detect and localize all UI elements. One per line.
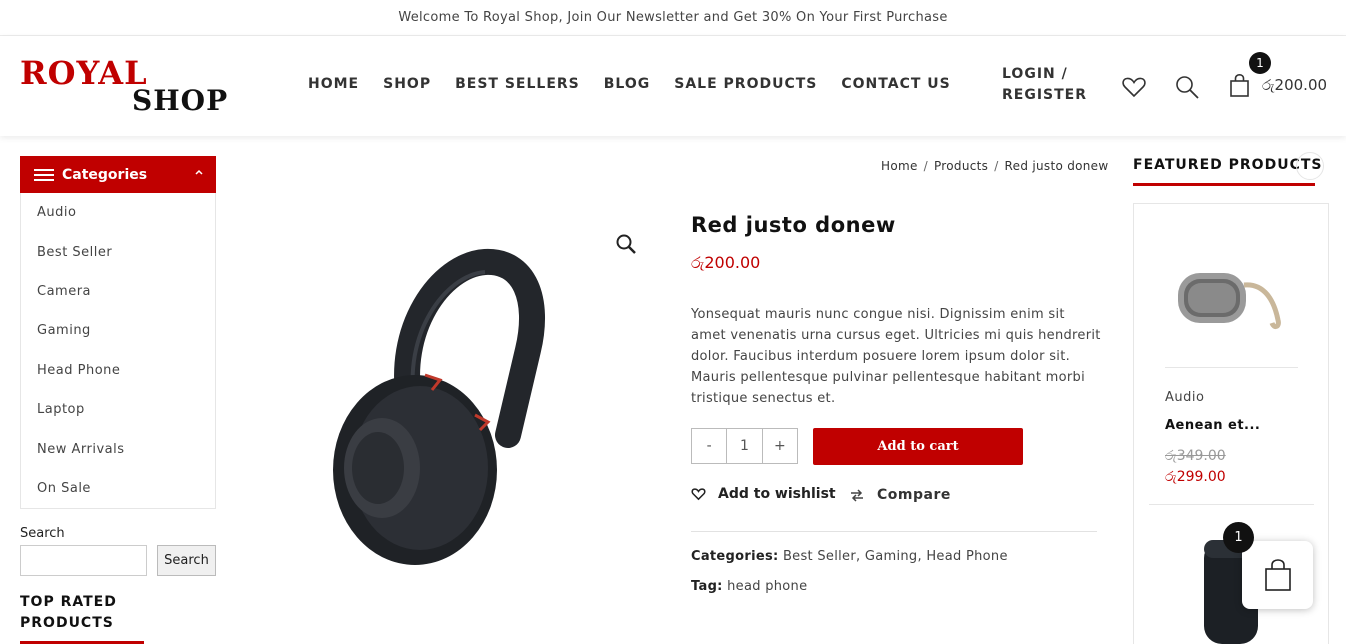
compare-arrows-icon (851, 489, 863, 502)
compare-link[interactable]: Compare (849, 487, 951, 503)
add-to-cart-button[interactable]: Add to cart (813, 428, 1023, 465)
featured-product-price: රු299.00 (1165, 469, 1226, 485)
heart-icon[interactable] (1121, 74, 1147, 100)
breadcrumb-home[interactable]: Home (881, 159, 918, 173)
compare-label: Compare (877, 487, 951, 503)
quantity-input[interactable]: 1 (726, 429, 763, 463)
breadcrumb-separator: / (923, 159, 928, 173)
register-label: REGISTER (1002, 87, 1088, 103)
announcement-text: Welcome To Royal Shop, Join Our Newslett… (398, 10, 948, 25)
breadcrumb-products[interactable]: Products (934, 159, 988, 173)
sidebar-search-input[interactable] (20, 545, 147, 576)
heart-icon (691, 488, 706, 501)
featured-product-name[interactable]: Aenean et... (1165, 418, 1260, 433)
carousel-nav-button[interactable] (1296, 152, 1324, 180)
featured-product-old-price: රු349.00 (1165, 448, 1226, 464)
search-icon[interactable] (1174, 74, 1200, 100)
product-category-link[interactable]: Best Seller (783, 549, 856, 564)
product-category-link[interactable]: Head Phone (926, 549, 1007, 564)
category-best-seller[interactable]: Best Seller (21, 232, 215, 271)
cart-total[interactable]: රු200.00 (1262, 76, 1327, 94)
site-logo[interactable]: ROYAL SHOP (20, 54, 230, 118)
floating-cart-button[interactable] (1242, 541, 1313, 609)
floating-cart-count-badge: 1 (1223, 522, 1254, 553)
shopping-bag-icon[interactable] (1227, 73, 1253, 99)
chevron-up-icon (195, 169, 203, 175)
category-camera[interactable]: Camera (21, 272, 215, 311)
quantity-increase-button[interactable]: + (763, 429, 797, 463)
tag-label: Tag: (691, 579, 723, 594)
heading-underline (1133, 183, 1315, 186)
category-audio[interactable]: Audio (21, 193, 215, 232)
breadcrumb-separator: / (994, 159, 999, 173)
product-category-link[interactable]: Gaming (865, 549, 918, 564)
quantity-decrease-button[interactable]: - (692, 429, 726, 463)
product-tags: Tag: head phone (691, 579, 807, 594)
category-gaming[interactable]: Gaming (21, 311, 215, 350)
divider (1149, 504, 1314, 505)
search-label: Search (20, 526, 65, 541)
zoom-icon[interactable] (615, 233, 637, 255)
add-to-wishlist-link[interactable]: Add to wishlist (691, 486, 836, 502)
product-tag-link[interactable]: head phone (727, 579, 807, 594)
top-rated-heading: TOP RATED PRODUCTS (20, 594, 117, 631)
nav-sale-products[interactable]: SALE PRODUCTS (674, 76, 817, 92)
login-label: LOGIN / (1002, 66, 1068, 82)
product-description: Yonsequat mauris nunc congue nisi. Digni… (691, 307, 1101, 406)
divider (1165, 367, 1298, 368)
product-title: Red justo donew (691, 213, 896, 237)
categories-label: Categories: (691, 549, 779, 564)
product-price: රු200.00 (691, 253, 761, 272)
site-header: ROYAL SHOP HOME SHOP BEST SELLERS BLOG S… (0, 36, 1346, 136)
categories-toggle[interactable]: Categories (20, 156, 216, 193)
categories-list: Audio Best Seller Camera Gaming Head Pho… (20, 193, 216, 509)
logo-line-1: ROYAL (20, 54, 148, 92)
categories-title: Categories (62, 166, 148, 183)
featured-products-heading: FEATURED PRODUCTS (1133, 157, 1323, 173)
login-register-link[interactable]: LOGIN / REGISTER (1002, 64, 1102, 106)
category-new-arrivals[interactable]: New Arrivals (21, 429, 215, 468)
nav-contact-us[interactable]: CONTACT US (841, 76, 950, 92)
wishlist-label: Add to wishlist (718, 486, 836, 502)
category-laptop[interactable]: Laptop (21, 390, 215, 429)
menu-icon (34, 166, 54, 184)
nav-best-sellers[interactable]: BEST SELLERS (455, 76, 580, 92)
breadcrumb-current: Red justo donew (1004, 159, 1109, 173)
shopping-bag-icon (1264, 559, 1291, 591)
featured-product-image[interactable] (1174, 265, 1286, 335)
announcement-bar: Welcome To Royal Shop, Join Our Newslett… (0, 0, 1346, 36)
quantity-stepper: - 1 + (691, 428, 798, 464)
product-image-headphones[interactable] (300, 230, 600, 590)
category-head-phone[interactable]: Head Phone (21, 351, 215, 390)
sidebar-search-button[interactable]: Search (157, 545, 216, 576)
logo-line-2: SHOP (132, 84, 229, 117)
nav-blog[interactable]: BLOG (604, 76, 651, 92)
category-on-sale[interactable]: On Sale (21, 469, 215, 508)
featured-product-category[interactable]: Audio (1165, 390, 1204, 405)
nav-home[interactable]: HOME (308, 76, 359, 92)
nav-shop[interactable]: SHOP (383, 76, 431, 92)
main-nav: HOME SHOP BEST SELLERS BLOG SALE PRODUCT… (308, 76, 951, 92)
breadcrumb: Home / Products / Red justo donew (881, 159, 1108, 173)
product-categories: Categories: Best Seller, Gaming, Head Ph… (691, 549, 1008, 564)
cart-count-badge: 1 (1249, 52, 1271, 74)
divider (691, 531, 1097, 532)
